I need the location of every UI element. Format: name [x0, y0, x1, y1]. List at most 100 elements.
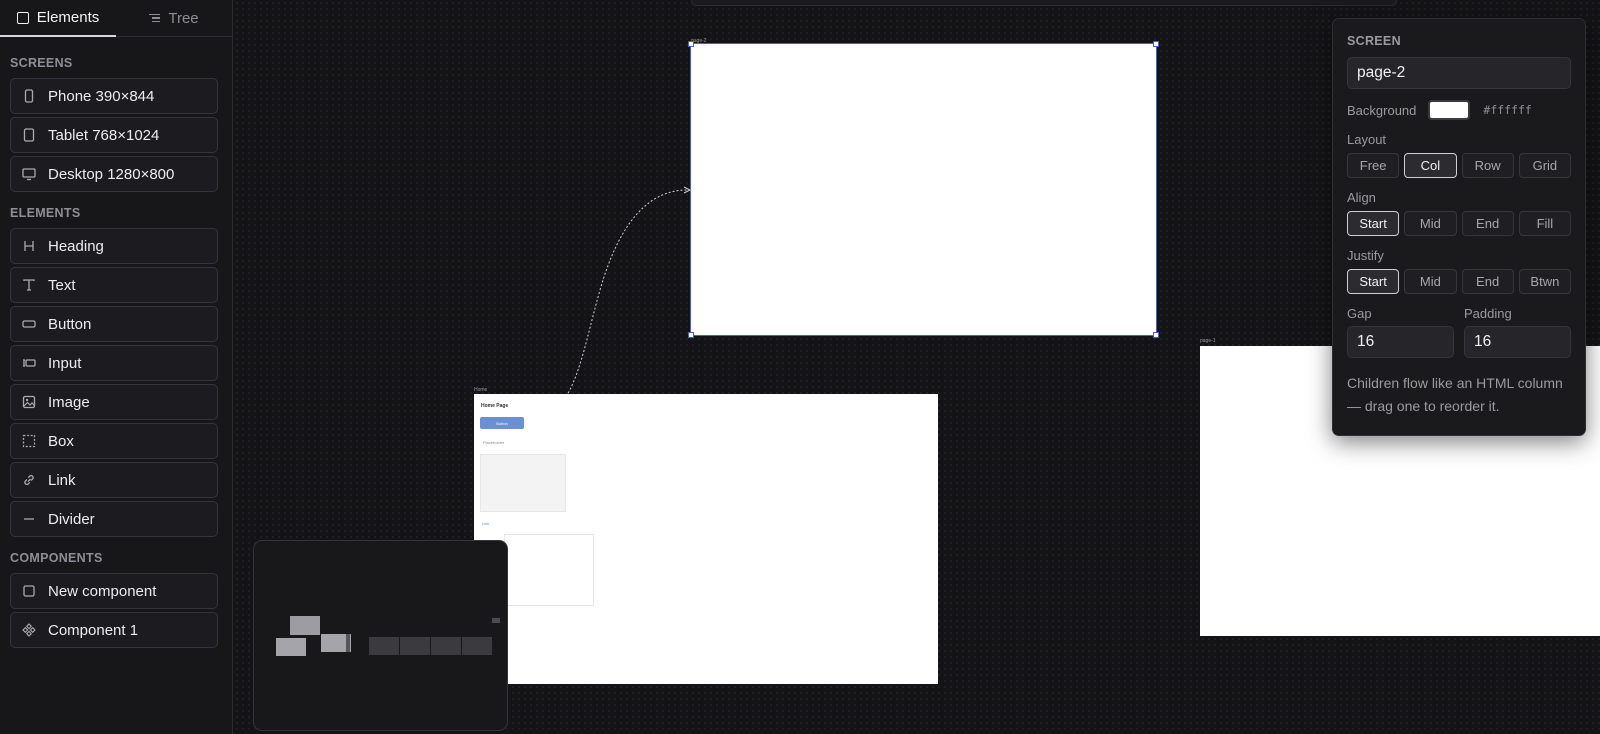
layout-option-row[interactable]: Row — [1461, 153, 1514, 178]
home-button[interactable]: Button — [480, 417, 524, 429]
element-item-label: Divider — [48, 510, 95, 528]
align-label: Align — [1347, 190, 1376, 205]
minimap-block — [400, 637, 430, 655]
element-item-label: Heading — [48, 237, 104, 255]
justify-option-end[interactable]: End — [1461, 269, 1514, 294]
properties-panel: SCREEN page-2 Background #ffffff Layout … — [1332, 18, 1586, 436]
element-item-label: Link — [48, 471, 76, 489]
minimap-screen-home — [276, 638, 306, 656]
minimap[interactable] — [253, 540, 508, 731]
layout-segmented-control: Free Col Row Grid — [1347, 153, 1571, 178]
element-item-image[interactable]: Image — [10, 384, 218, 420]
screen-item-desktop[interactable]: Desktop 1280×800 — [10, 156, 218, 192]
tab-tree-label: Tree — [168, 9, 199, 27]
layout-option-free[interactable]: Free — [1347, 153, 1400, 178]
screen-item-phone[interactable]: Phone 390×844 — [10, 78, 218, 114]
element-item-input[interactable]: Input — [10, 345, 218, 381]
phone-icon — [22, 89, 36, 103]
sidebar-tabs: Elements Tree — [0, 0, 232, 37]
square-icon — [22, 584, 36, 598]
resize-handle[interactable] — [688, 41, 694, 47]
home-box[interactable] — [504, 534, 594, 606]
box-icon — [22, 434, 36, 448]
tab-elements-label: Elements — [36, 9, 100, 26]
section-elements-label: ELEMENTS — [10, 206, 81, 220]
element-item-heading[interactable]: Heading — [10, 228, 218, 264]
minimap-viewport-marker — [492, 618, 500, 623]
align-option-start[interactable]: Start — [1347, 211, 1400, 236]
resize-handle[interactable] — [1153, 332, 1159, 338]
component-item-label: New component — [48, 582, 157, 600]
background-hex: #ffffff — [1483, 103, 1532, 117]
minimap-block — [462, 637, 492, 655]
screen-home[interactable]: Home Page Button Placeholder Link — [474, 394, 938, 684]
component-item-1[interactable]: Component 1 — [10, 612, 218, 648]
tablet-icon — [22, 128, 36, 142]
padding-label: Padding — [1464, 306, 1512, 321]
section-screens-label: SCREENS — [10, 56, 73, 70]
screen-item-label: Desktop 1280×800 — [48, 165, 175, 183]
justify-segmented-control: Start Mid End Btwn — [1347, 269, 1571, 294]
component-item-new[interactable]: New component — [10, 573, 218, 609]
square-icon — [16, 11, 29, 24]
screen-item-tablet[interactable]: Tablet 768×1024 — [10, 117, 218, 153]
screen-tag-page-1: page-1 — [1200, 338, 1216, 344]
minimap-block — [369, 637, 399, 655]
tab-tree[interactable]: Tree — [116, 0, 232, 36]
align-option-mid[interactable]: Mid — [1404, 211, 1457, 236]
layout-option-grid[interactable]: Grid — [1518, 153, 1571, 178]
link-icon — [22, 473, 36, 487]
minimap-edge — [346, 634, 350, 652]
home-placeholder: Placeholder — [483, 440, 505, 445]
background-label: Background — [1347, 102, 1417, 118]
monitor-icon — [22, 167, 36, 181]
screen-page-2[interactable] — [690, 43, 1157, 336]
element-item-text[interactable]: Text — [10, 267, 218, 303]
element-item-label: Button — [48, 315, 92, 333]
padding-input[interactable]: 16 — [1464, 326, 1571, 358]
screen-item-label: Phone 390×844 — [48, 87, 155, 105]
component-item-label: Component 1 — [48, 621, 139, 639]
background-row: Background #ffffff — [1347, 100, 1571, 120]
justify-option-btwn[interactable]: Btwn — [1518, 269, 1571, 294]
justify-option-start[interactable]: Start — [1347, 269, 1400, 294]
heading-icon — [22, 239, 36, 253]
minimap-screen-page-2 — [290, 616, 320, 635]
justify-option-mid[interactable]: Mid — [1404, 269, 1457, 294]
element-item-button[interactable]: Button — [10, 306, 218, 342]
screen-item-label: Tablet 768×1024 — [48, 126, 160, 144]
divider-icon — [22, 512, 36, 526]
top-toolbar — [691, 0, 1397, 6]
resize-handle[interactable] — [688, 332, 694, 338]
element-item-label: Input — [48, 354, 82, 372]
image-icon — [22, 395, 36, 409]
gap-padding-row: Gap 16 Padding 16 — [1347, 306, 1571, 358]
screen-name-input[interactable]: page-2 — [1347, 57, 1571, 89]
element-item-label: Image — [48, 393, 90, 411]
align-segmented-control: Start Mid End Fill — [1347, 211, 1571, 236]
sidebar: Elements Tree SCREENS Phone 390×844 Tabl… — [0, 0, 233, 734]
home-image-box[interactable] — [480, 454, 566, 512]
element-item-label: Text — [48, 276, 76, 294]
section-components-label: COMPONENTS — [10, 551, 103, 565]
element-item-divider[interactable]: Divider — [10, 501, 218, 537]
element-item-box[interactable]: Box — [10, 423, 218, 459]
tab-elements[interactable]: Elements — [0, 0, 116, 37]
text-icon — [22, 278, 36, 292]
resize-handle[interactable] — [1153, 41, 1159, 47]
home-link[interactable]: Link — [482, 521, 489, 526]
background-color-swatch[interactable] — [1428, 100, 1471, 120]
align-option-fill[interactable]: Fill — [1518, 211, 1571, 236]
gap-input[interactable]: 16 — [1347, 326, 1454, 358]
minimap-block — [431, 637, 461, 655]
layout-option-col[interactable]: Col — [1404, 153, 1457, 178]
align-option-end[interactable]: End — [1461, 211, 1514, 236]
button-icon — [22, 317, 36, 331]
justify-label: Justify — [1347, 248, 1384, 263]
element-item-label: Box — [48, 432, 74, 450]
input-icon — [22, 356, 36, 370]
layout-label: Layout — [1347, 132, 1387, 147]
element-item-link[interactable]: Link — [10, 462, 218, 498]
gap-label: Gap — [1347, 306, 1372, 321]
screen-tag-home: Home — [474, 387, 488, 393]
